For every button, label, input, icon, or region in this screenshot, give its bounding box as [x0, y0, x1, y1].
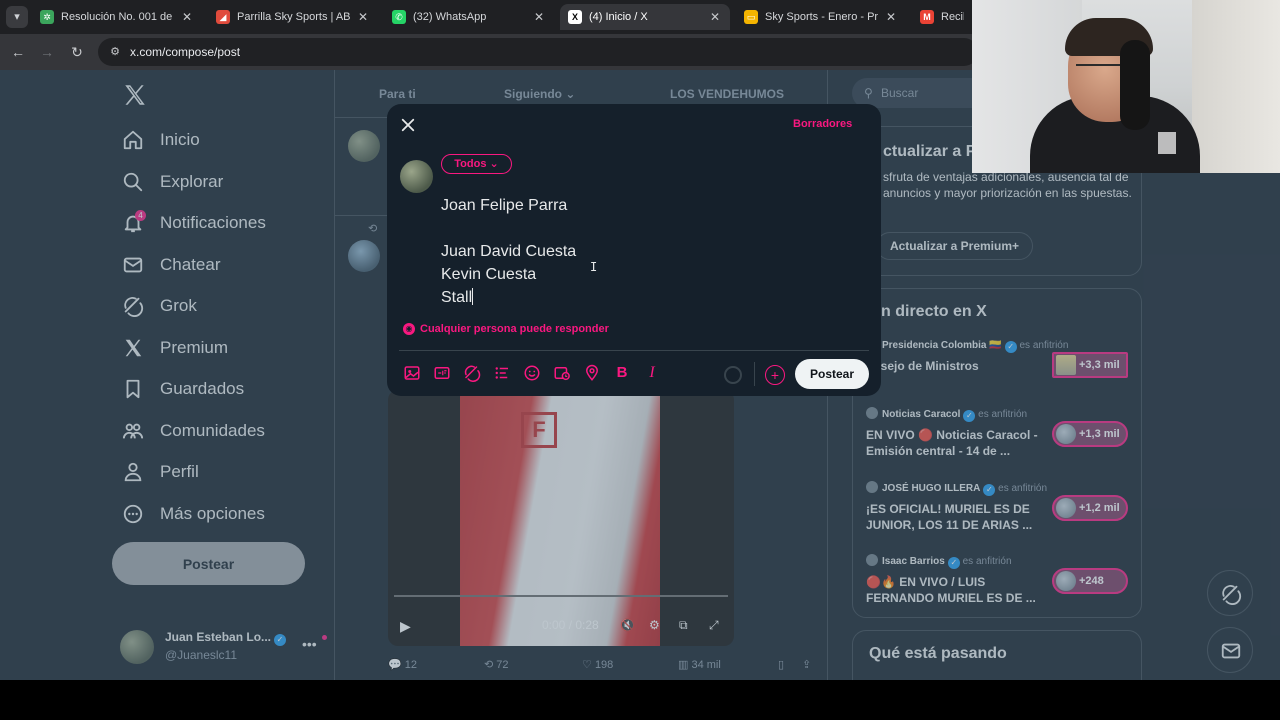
- back-icon[interactable]: ←: [9, 43, 27, 61]
- webcam-door: [1192, 0, 1280, 173]
- tab-close-icon[interactable]: ✕: [532, 10, 546, 24]
- gif-icon[interactable]: [433, 364, 451, 382]
- close-icon[interactable]: [399, 116, 417, 134]
- browser-tab[interactable]: ✆ (32) WhatsApp ✕: [384, 4, 554, 30]
- tab-favicon-icon: ✲: [40, 10, 54, 24]
- tab-favicon-icon: ◢: [216, 10, 230, 24]
- globe-icon: ◉: [403, 323, 415, 335]
- drafts-button[interactable]: Borradores: [793, 118, 852, 130]
- browser-tab[interactable]: X (4) Inicio / X ✕: [560, 4, 730, 30]
- compose-post-modal: Borradores Todos ⌄ Joan Felipe Parra Jua…: [387, 104, 881, 396]
- audience-label: Todos: [454, 158, 487, 170]
- post-text-line: Kevin Cuesta: [441, 266, 537, 283]
- webcam-shirt-emblem: [1158, 132, 1176, 154]
- tab-title: (4) Inicio / X: [589, 11, 648, 23]
- grok-icon[interactable]: [463, 364, 481, 382]
- tab-title: (32) WhatsApp: [413, 11, 487, 23]
- italic-icon[interactable]: I: [643, 364, 661, 382]
- tab-title: Parrilla Sky Sports | ABCW: [237, 11, 350, 23]
- webcam-overlay: [972, 0, 1280, 173]
- tab-close-icon[interactable]: ✕: [356, 10, 370, 24]
- tab-title: Resolución No. 001 de 202: [61, 11, 174, 23]
- post-text-line: Juan David Cuesta: [441, 243, 577, 260]
- add-post-icon[interactable]: +: [765, 365, 785, 385]
- text-cursor-icon: I: [590, 260, 598, 274]
- url-text: x.com/compose/post: [130, 45, 241, 59]
- browser-tab[interactable]: ▭ Sky Sports - Enero - Prese ✕: [736, 4, 906, 30]
- post-text-line-last: Stall: [441, 286, 861, 309]
- character-counter-ring: [724, 366, 742, 384]
- toolbar-separator: [754, 362, 755, 386]
- post-text-line: Joan Felipe Parra: [441, 197, 568, 214]
- poll-icon[interactable]: [493, 364, 511, 382]
- tab-favicon-icon: ✆: [392, 10, 406, 24]
- bottom-letterbox: [0, 680, 1280, 720]
- media-icon[interactable]: [403, 364, 421, 382]
- location-icon[interactable]: [583, 364, 601, 382]
- browser-tab[interactable]: M Recibid: [912, 4, 972, 30]
- tab-favicon-icon: ▭: [744, 10, 758, 24]
- post-text-line: [441, 217, 861, 240]
- tab-search-button[interactable]: ▾: [6, 6, 28, 28]
- emoji-icon[interactable]: [523, 364, 541, 382]
- bold-icon[interactable]: B: [613, 364, 631, 382]
- text-caret: [472, 288, 474, 305]
- chevron-down-icon: ⌄: [489, 158, 499, 170]
- post-text-editor[interactable]: Joan Felipe Parra Juan David Cuesta Kevi…: [441, 194, 861, 309]
- compose-post-button[interactable]: Postear: [795, 359, 869, 389]
- address-bar[interactable]: ⚙ x.com/compose/post: [98, 38, 978, 66]
- forward-icon[interactable]: →: [38, 43, 56, 61]
- reply-settings-label: Cualquier persona puede responder: [420, 323, 609, 335]
- post-text-line: Stall: [441, 289, 473, 306]
- tab-close-icon[interactable]: ✕: [708, 10, 722, 24]
- composer-divider: [399, 350, 869, 351]
- browser-tab[interactable]: ✲ Resolución No. 001 de 202 ✕: [32, 4, 202, 30]
- site-info-icon[interactable]: ⚙: [108, 45, 122, 59]
- tab-favicon-icon: M: [920, 10, 934, 24]
- composer-avatar: [400, 160, 433, 193]
- tab-close-icon[interactable]: ✕: [180, 10, 194, 24]
- audience-selector[interactable]: Todos ⌄: [441, 154, 512, 174]
- screen: ▾ ✲ Resolución No. 001 de 202 ✕ ◢ Parrilla S…: [0, 0, 1280, 720]
- reply-settings-button[interactable]: ◉ Cualquier persona puede responder: [403, 323, 609, 335]
- tab-favicon-icon: X: [568, 10, 582, 24]
- reload-icon[interactable]: ↻: [68, 43, 86, 61]
- tab-title: Sky Sports - Enero - Prese: [765, 11, 878, 23]
- browser-tab[interactable]: ◢ Parrilla Sky Sports | ABCW ✕: [208, 4, 378, 30]
- schedule-icon[interactable]: [553, 364, 571, 382]
- tab-close-icon[interactable]: ✕: [884, 10, 898, 24]
- webcam-microphone: [1120, 40, 1150, 130]
- tab-title: Recibid: [941, 11, 964, 23]
